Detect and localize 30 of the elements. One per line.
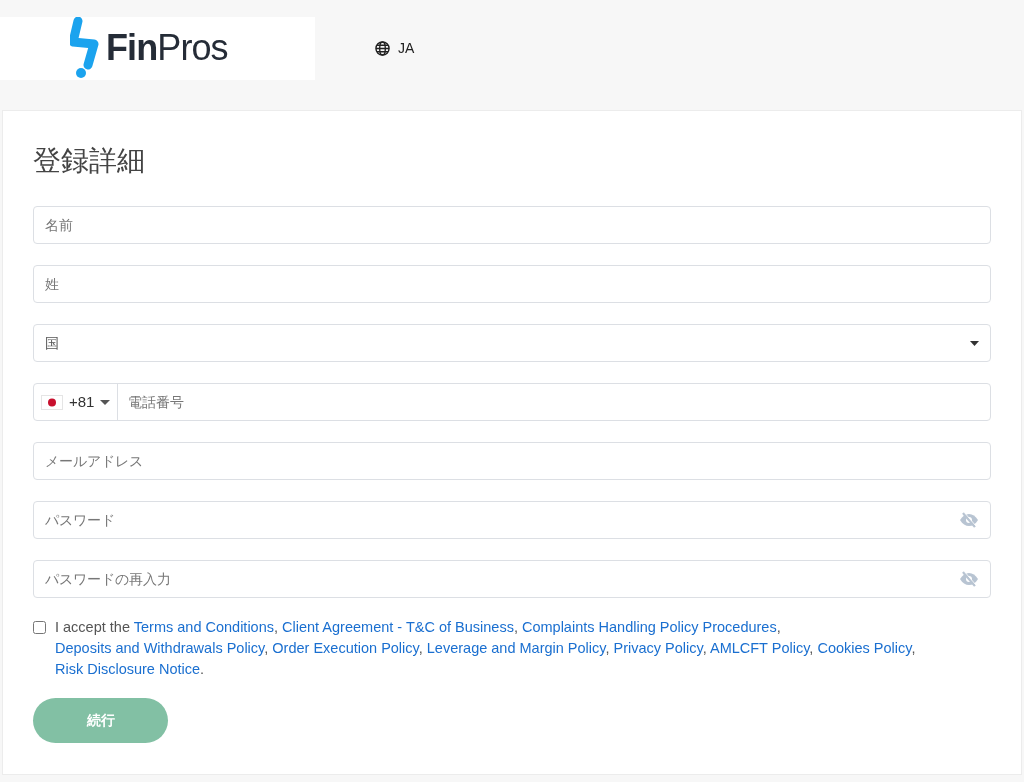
policy-link[interactable]: Risk Disclosure Notice: [55, 661, 201, 677]
caret-icon: [970, 340, 979, 346]
flag-icon: [41, 394, 63, 410]
policy-link[interactable]: Complaints Handling Policy Procedures: [521, 619, 777, 635]
consent-text: I accept the Terms and Conditions, Client Agreement - T&C of Business, Complaints Handling Policy Procedures, Deposits and Withdrawals Policy, Order Execution Policy, Leverage and Margin Policy, Privacy Policy, AMLCFT Policy, Cookies Policy, Risk Disclosure Notice.: [55, 618, 917, 679]
password-field[interactable]: パスワード: [33, 501, 991, 539]
consent-checkbox[interactable]: [33, 621, 46, 634]
policy-link[interactable]: Leverage and Margin Policy: [426, 640, 606, 656]
policy-link[interactable]: Terms and Conditions: [133, 619, 274, 635]
policy-link[interactable]: Cookies Policy: [817, 640, 912, 656]
text-field[interactable]: 名前: [33, 206, 991, 244]
eye-slash-icon[interactable]: [959, 512, 979, 528]
text-field[interactable]: メールアドレス: [33, 442, 991, 480]
phone-number-input[interactable]: 電話番号: [118, 384, 990, 420]
form-title: 登録詳細: [33, 144, 146, 178]
phone-field[interactable]: +81 電話番号: [33, 383, 991, 421]
caret-icon: [100, 399, 111, 405]
eye-slash-icon[interactable]: [959, 571, 979, 587]
password-field[interactable]: パスワードの再入力: [33, 560, 991, 598]
text-field[interactable]: 姓: [33, 265, 991, 303]
language-button[interactable]: JA: [375, 37, 415, 59]
country-select[interactable]: 国: [33, 324, 991, 362]
policy-link[interactable]: Privacy Policy: [613, 640, 703, 656]
password-input[interactable]: パスワードの再入力: [45, 568, 959, 590]
policy-link[interactable]: Order Execution Policy: [272, 640, 419, 656]
policy-link[interactable]: Client Agreement - T&C of Business: [282, 619, 514, 635]
password-input[interactable]: パスワード: [45, 509, 959, 531]
logo-text: FinPros: [106, 26, 228, 70]
country-code-dropdown[interactable]: +81: [34, 384, 119, 420]
globe-icon: [375, 40, 390, 56]
